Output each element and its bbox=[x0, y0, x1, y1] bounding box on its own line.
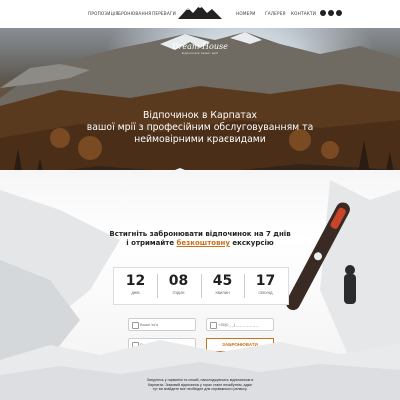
hero-title-line: неймовірними краєвидами bbox=[134, 134, 266, 145]
vk-icon[interactable] bbox=[336, 10, 342, 16]
timer-days: 12 днів bbox=[114, 268, 157, 304]
nav-link-contacts[interactable]: Контакти bbox=[291, 11, 316, 16]
description-text: Зануртесь у гармонію та спокій, насолодж… bbox=[120, 378, 280, 392]
promo-text: Встигніть забронювати відпочинок на 7 дн… bbox=[90, 230, 310, 248]
hero-title: Відпочинок в Карпатах вашої мрії з профе… bbox=[40, 110, 360, 146]
top-nav: Пропозиція Бронювання Переваги Номери Га… bbox=[0, 0, 400, 30]
timer-label: днів bbox=[131, 291, 140, 295]
promo-free-highlight: безкоштовну bbox=[176, 239, 230, 247]
nav-link-gallery[interactable]: Галерея bbox=[265, 11, 286, 16]
timer-hours: 08 годин bbox=[157, 268, 200, 304]
facebook-icon[interactable] bbox=[320, 10, 326, 16]
timer-value: 12 bbox=[125, 273, 146, 289]
promo-line2-suffix: екскурсію bbox=[229, 239, 274, 247]
logo-tagline: відпочинок вашої мрії bbox=[181, 51, 219, 55]
promo-line2-prefix: і отримайте bbox=[126, 239, 177, 247]
timer-label: секунд bbox=[258, 291, 273, 295]
nav-link-booking[interactable]: Бронювання bbox=[118, 11, 151, 16]
hero-title-line: вашої мрії з професійним обслуговуванням… bbox=[86, 122, 314, 133]
nav-link-benefits[interactable]: Переваги bbox=[152, 11, 176, 16]
nav-link-rooms[interactable]: Номери bbox=[236, 11, 256, 16]
timer-value: 45 bbox=[212, 273, 233, 289]
timer-value: 17 bbox=[255, 273, 276, 289]
promo-line2: і отримайте безкоштовну екскурсію bbox=[90, 239, 310, 248]
timer-label: годин bbox=[172, 291, 185, 295]
timer-value: 08 bbox=[168, 273, 189, 289]
hero-logo: Dream House відпочинок вашої мрії bbox=[170, 42, 230, 55]
description-line: тут ви знайдете все необхідне для справж… bbox=[152, 387, 248, 392]
timer-seconds: 17 секунд bbox=[244, 268, 287, 304]
timer-label: хвилин bbox=[215, 291, 230, 295]
promo-line1: Встигніть забронювати відпочинок на 7 дн… bbox=[109, 230, 291, 238]
twitter-icon[interactable] bbox=[328, 10, 334, 16]
timer-minutes: 45 хвилин bbox=[201, 268, 244, 304]
logo-name: Dream House bbox=[172, 42, 228, 51]
logo-mountains-icon[interactable] bbox=[176, 3, 224, 21]
page: Пропозиція Бронювання Переваги Номери Га… bbox=[0, 0, 400, 400]
hero-title-line: Відпочинок в Карпатах bbox=[142, 110, 258, 121]
nav-link-offer[interactable]: Пропозиція bbox=[88, 11, 119, 16]
